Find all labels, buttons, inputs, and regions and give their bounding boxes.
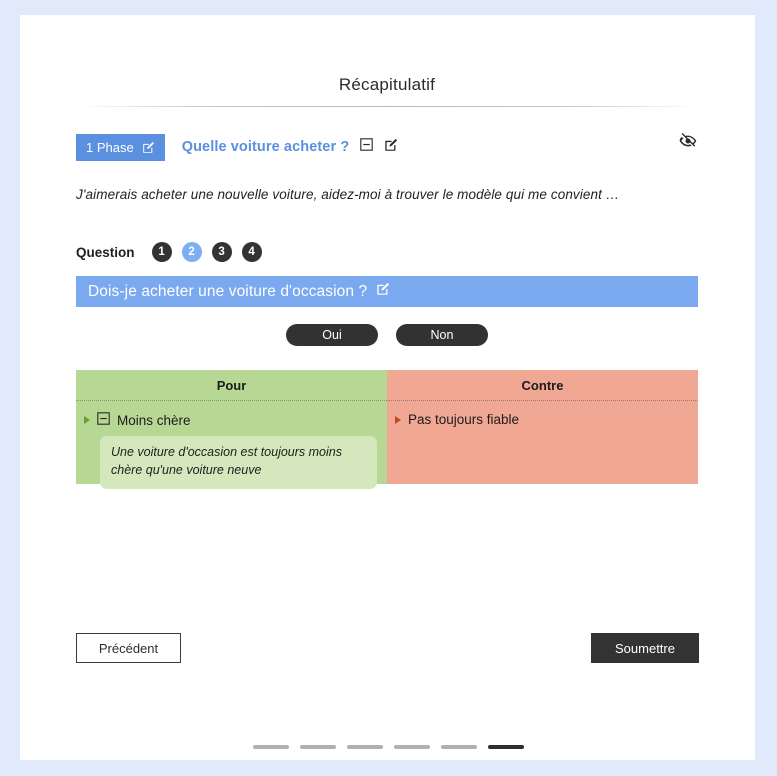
answer-buttons: Oui Non bbox=[76, 324, 698, 346]
cons-body: Pas toujours fiable bbox=[387, 401, 698, 484]
question-number-4[interactable]: 4 bbox=[241, 242, 262, 262]
pros-body: Moins chère Une voiture d'occasion est t… bbox=[76, 401, 387, 489]
answer-no-button[interactable]: Non bbox=[396, 324, 488, 346]
previous-button[interactable]: Précédent bbox=[76, 633, 181, 663]
minus-square-icon[interactable] bbox=[360, 138, 374, 156]
pros-column: Pour Moins chère Une voiture d'occasion … bbox=[76, 370, 387, 489]
edit-icon[interactable] bbox=[384, 138, 398, 157]
question-nav-label: Question bbox=[76, 244, 135, 260]
cons-header: Contre bbox=[387, 370, 698, 401]
pros-item[interactable]: Moins chère bbox=[84, 412, 377, 428]
phase-badge-label: 1 Phase bbox=[86, 139, 134, 155]
progress-dash-1[interactable] bbox=[253, 745, 289, 749]
content-area: Récapitulatif 1 Phase Quelle voiture ach… bbox=[76, 75, 698, 489]
question-banner: Dois-je acheter une voiture d'occasion ? bbox=[76, 276, 698, 307]
pros-item-note: Une voiture d'occasion est toujours moin… bbox=[100, 436, 377, 489]
cons-column: Contre Pas toujours fiable bbox=[387, 370, 698, 484]
edit-icon[interactable] bbox=[376, 282, 390, 301]
minus-square-icon[interactable] bbox=[97, 412, 110, 428]
question-nav: Question 1 2 3 4 bbox=[76, 242, 698, 262]
topic-title[interactable]: Quelle voiture acheter ? bbox=[182, 139, 350, 155]
cons-item-label: Pas toujours fiable bbox=[408, 412, 520, 427]
pros-item-label: Moins chère bbox=[117, 412, 191, 428]
progress-dash-2[interactable] bbox=[300, 745, 336, 749]
title-divider bbox=[76, 106, 698, 107]
progress-indicator bbox=[0, 745, 777, 749]
question-number-3[interactable]: 3 bbox=[211, 242, 232, 262]
submit-button[interactable]: Soumettre bbox=[591, 633, 699, 663]
progress-dash-3[interactable] bbox=[347, 745, 383, 749]
topic-icon-group bbox=[360, 138, 398, 157]
intro-text: J'aimerais acheter une nouvelle voiture,… bbox=[76, 187, 620, 202]
page-title: Récapitulatif bbox=[338, 75, 436, 94]
cons-item[interactable]: Pas toujours fiable bbox=[395, 412, 688, 427]
eye-off-icon[interactable] bbox=[678, 131, 698, 151]
triangle-right-icon bbox=[84, 416, 90, 424]
answer-yes-button[interactable]: Oui bbox=[286, 324, 378, 346]
progress-dash-6[interactable] bbox=[488, 745, 524, 749]
footer-actions: Précédent Soumettre bbox=[76, 633, 699, 663]
main-card: Récapitulatif 1 Phase Quelle voiture ach… bbox=[20, 15, 755, 760]
pros-header: Pour bbox=[76, 370, 387, 401]
pros-cons-table: Pour Moins chère Une voiture d'occasion … bbox=[76, 370, 698, 489]
question-number-1[interactable]: 1 bbox=[151, 242, 172, 262]
progress-dash-4[interactable] bbox=[394, 745, 430, 749]
phase-row: 1 Phase Quelle voiture acheter ? bbox=[76, 133, 698, 161]
question-text: Dois-je acheter une voiture d'occasion ? bbox=[88, 282, 368, 300]
phase-badge[interactable]: 1 Phase bbox=[76, 133, 165, 161]
edit-icon[interactable] bbox=[142, 141, 155, 154]
triangle-right-icon bbox=[395, 415, 401, 424]
progress-dash-5[interactable] bbox=[441, 745, 477, 749]
question-number-2[interactable]: 2 bbox=[181, 242, 202, 262]
